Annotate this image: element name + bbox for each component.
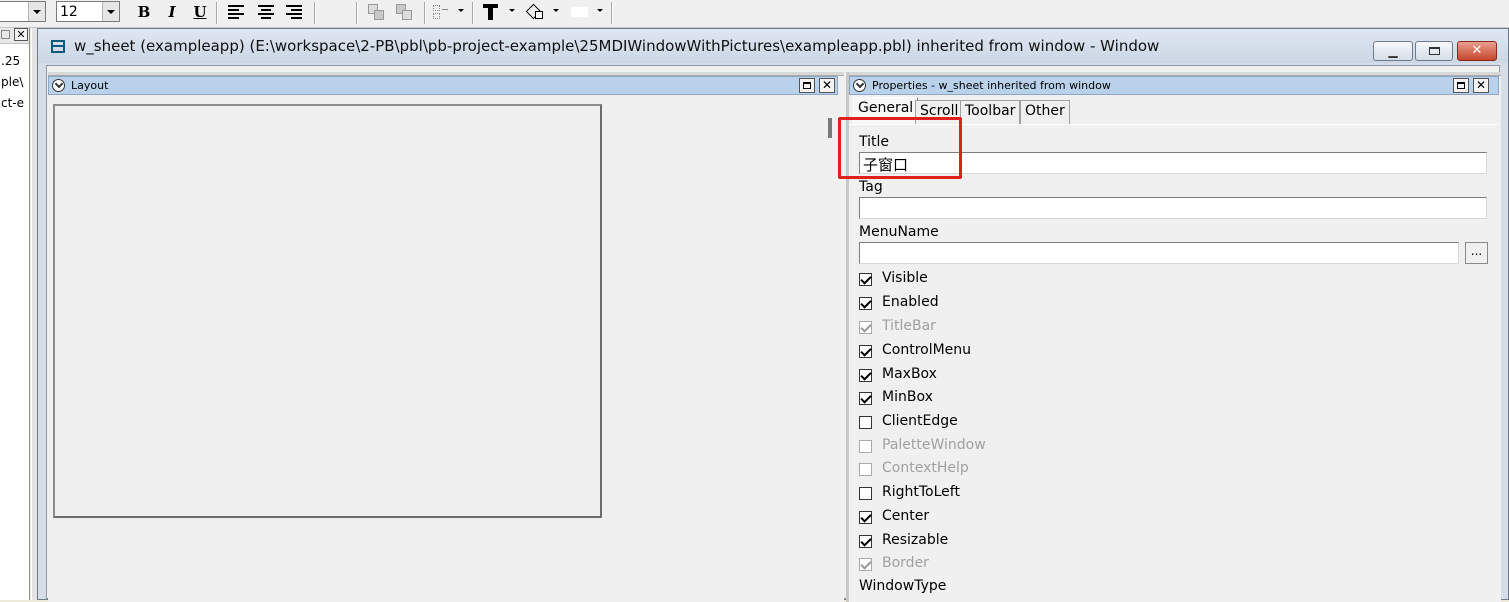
library-tree-header: ✕ xyxy=(0,28,29,44)
sheet-window-title: w_sheet (exampleapp) (E:\workspace\2-PB\… xyxy=(74,37,1160,55)
fill-color-icon[interactable] xyxy=(525,3,543,20)
checkbox-box[interactable] xyxy=(859,463,872,476)
font-size-combo[interactable]: 12 xyxy=(56,1,120,22)
toolbar-separator xyxy=(472,2,474,24)
tag-field[interactable] xyxy=(859,197,1487,219)
checkbox-box[interactable] xyxy=(859,345,872,358)
checkbox-box[interactable] xyxy=(859,392,872,405)
font-name-combo[interactable] xyxy=(0,1,46,22)
align-controls-icon[interactable] xyxy=(433,4,449,20)
color-swatch[interactable] xyxy=(571,7,588,17)
checkbox-box[interactable] xyxy=(859,558,872,571)
menuname-browse-button[interactable]: ... xyxy=(1465,242,1488,264)
layout-pane: Layout ✕ xyxy=(48,72,844,602)
close-pane-button[interactable]: ✕ xyxy=(819,78,835,93)
layout-pane-title: Layout xyxy=(71,79,109,92)
sheet-window: w_sheet (exampleapp) (E:\workspace\2-PB\… xyxy=(37,28,1509,602)
chevron-down-icon[interactable] xyxy=(509,9,515,12)
checkbox-label: MinBox xyxy=(882,389,933,405)
layout-pane-icon xyxy=(52,79,65,92)
menuname-field[interactable] xyxy=(859,242,1459,264)
minimize-icon: ▁ xyxy=(1388,44,1398,58)
tree-item[interactable]: ple\ xyxy=(1,75,23,89)
font-size-value: 12 xyxy=(60,4,78,20)
checkbox-label: MaxBox xyxy=(882,366,937,382)
checkbox-label: Border xyxy=(882,555,929,571)
close-icon: ✕ xyxy=(1471,43,1483,58)
restore-icon xyxy=(1429,47,1440,55)
checkbox-label: RightToLeft xyxy=(882,484,960,500)
close-pane-button[interactable]: ✕ xyxy=(1473,78,1489,93)
toolbar-separator xyxy=(216,2,218,24)
checkbox-label: Visible xyxy=(882,270,928,286)
maximize-pane-button[interactable] xyxy=(799,78,815,93)
close-icon[interactable]: ✕ xyxy=(14,28,28,41)
sheet-client-area: Layout ✕ Properties - w_sheet inherited … xyxy=(46,65,1501,602)
maximize-pane-button[interactable] xyxy=(1453,78,1469,93)
library-tree-panel: ✕ .25 ple\ ct-e xyxy=(0,28,30,600)
sheet-title-bar[interactable]: w_sheet (exampleapp) (E:\workspace\2-PB\… xyxy=(38,29,1508,63)
checkbox-label: ControlMenu xyxy=(882,342,972,358)
chevron-down-icon[interactable] xyxy=(553,9,559,12)
window-icon xyxy=(51,40,65,53)
checkbox-box[interactable] xyxy=(859,511,872,524)
highlight-box xyxy=(838,117,962,179)
minimize-button[interactable]: ▁ xyxy=(1373,41,1413,61)
checkbox-box[interactable] xyxy=(859,535,872,548)
checkbox-label: Center xyxy=(882,508,930,524)
toolbar-separator xyxy=(611,2,613,24)
checkbox-box[interactable] xyxy=(859,369,872,382)
restore-icon[interactable] xyxy=(1,30,10,39)
tag-label: Tag xyxy=(859,179,883,195)
close-button[interactable]: ✕ xyxy=(1457,41,1497,61)
close-icon: ✕ xyxy=(1475,78,1487,92)
windowtype-label: WindowType xyxy=(859,578,947,594)
toolbar-separator xyxy=(356,2,358,24)
align-right-icon[interactable] xyxy=(286,4,302,19)
checkbox-box[interactable] xyxy=(859,297,872,310)
chevron-down-icon[interactable] xyxy=(597,9,603,12)
underline-button[interactable]: U xyxy=(189,2,211,22)
layout-pane-header[interactable]: Layout ✕ xyxy=(48,76,838,95)
italic-button[interactable]: I xyxy=(161,2,183,22)
checkbox-label: ContextHelp xyxy=(882,460,969,476)
checkbox-box[interactable] xyxy=(859,321,872,334)
chevron-down-icon[interactable] xyxy=(102,2,119,21)
align-center-icon[interactable] xyxy=(258,4,274,19)
chevron-down-icon[interactable] xyxy=(458,9,464,12)
scrollbar-thumb[interactable] xyxy=(828,118,832,138)
bring-to-front-icon[interactable] xyxy=(368,4,384,20)
layout-canvas[interactable] xyxy=(53,104,602,518)
toolbar-separator xyxy=(424,2,426,24)
checkbox-label: PaletteWindow xyxy=(882,437,986,453)
checkbox-box[interactable] xyxy=(859,487,872,500)
text-color-icon[interactable] xyxy=(483,4,499,20)
properties-pane-header[interactable]: Properties - w_sheet inherited from wind… xyxy=(849,76,1499,95)
tab-toolbar[interactable]: Toolbar xyxy=(960,100,1021,124)
menuname-label: MenuName xyxy=(859,224,939,240)
tree-item[interactable]: ct-e xyxy=(1,96,24,110)
properties-pane: Properties - w_sheet inherited from wind… xyxy=(838,72,1501,602)
checkbox-box[interactable] xyxy=(859,416,872,429)
checkbox-label: ClientEdge xyxy=(882,413,958,429)
format-toolbar: 12 B I U xyxy=(0,0,1509,28)
properties-pane-icon xyxy=(853,79,866,92)
checkbox-label: Resizable xyxy=(882,532,949,548)
checkbox-box[interactable] xyxy=(859,440,872,453)
chevron-down-icon[interactable] xyxy=(28,2,45,21)
properties-pane-title: Properties - w_sheet inherited from wind… xyxy=(872,79,1111,92)
restore-button[interactable] xyxy=(1415,41,1453,61)
close-icon: ✕ xyxy=(821,78,833,92)
send-to-back-icon[interactable] xyxy=(396,4,412,20)
tab-other[interactable]: Other xyxy=(1020,100,1070,124)
checkbox-label: Enabled xyxy=(882,294,939,310)
bold-button[interactable]: B xyxy=(133,2,155,22)
align-left-icon[interactable] xyxy=(228,4,244,19)
checkbox-box[interactable] xyxy=(859,273,872,286)
toolbar-separator xyxy=(314,2,316,24)
tree-item[interactable]: .25 xyxy=(1,54,20,68)
checkbox-label: TitleBar xyxy=(882,318,936,334)
